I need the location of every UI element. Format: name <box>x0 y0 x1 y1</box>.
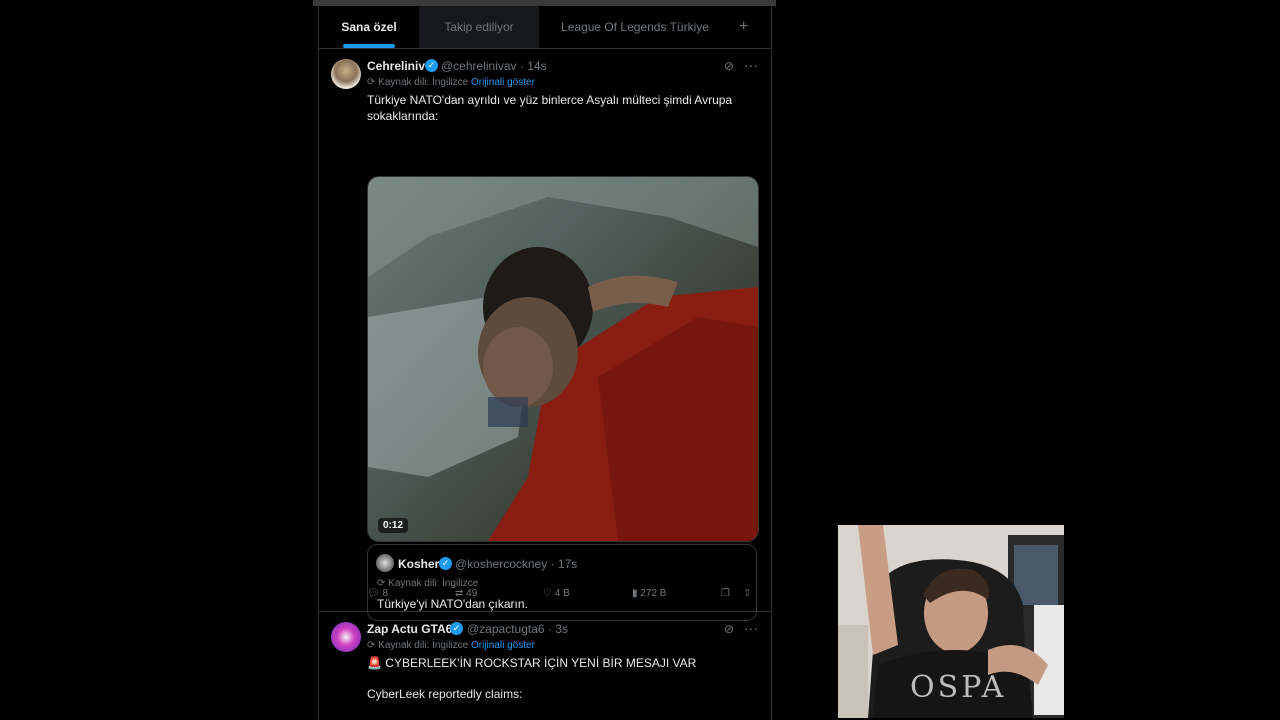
tweet-actions: 💬︎ 8 ⇄ 49 ♡ 4 B ▮ 272 B ❐ ⇧ <box>367 588 757 604</box>
more-icon[interactable]: ··· <box>744 620 758 636</box>
grok-icon[interactable]: ⊘ <box>724 59 734 73</box>
timeline-column: Sana özel Takip ediliyor League Of Legen… <box>318 6 772 720</box>
tab-following[interactable]: Takip ediliyor <box>419 6 539 48</box>
repost-count: 49 <box>466 588 478 599</box>
timeline-tabs: Sana özel Takip ediliyor League Of Legen… <box>319 6 771 49</box>
verified-icon: ✓ <box>450 622 463 635</box>
reply-count: 8 <box>382 588 389 599</box>
tweet-text-line: 🚨 CYBERLEEK'İN ROCKSTAR İÇİN YENİ BİR ME… <box>367 656 697 670</box>
webcam-feed: OSPA <box>838 525 1064 718</box>
verified-icon: ✓ <box>425 59 438 72</box>
verified-icon: ✓ <box>439 557 452 570</box>
bookmark-icon[interactable]: ❐ <box>721 588 730 599</box>
tab-league-of-legends[interactable]: League Of Legends Türkiye <box>541 6 729 48</box>
views-icon: ▮ <box>632 588 638 599</box>
translation-note: ⟳ Kaynak dili: İngilizce Orijinali göste… <box>367 640 535 651</box>
show-original-link[interactable]: Orijinali göster <box>471 77 535 88</box>
video-duration: 0:12 <box>378 518 409 533</box>
active-tab-indicator <box>343 44 395 48</box>
tweet-text-line: CyberLeek reportedly claims: <box>367 687 523 701</box>
tab-label: Sana özel <box>341 20 397 34</box>
author-name[interactable]: Cehreliniv <box>367 59 425 73</box>
heart-icon: ♡ <box>543 588 552 599</box>
tweet-text: Türkiye NATO'dan ayrıldı ve yüz binlerce… <box>367 93 733 123</box>
quoted-tweet[interactable]: Kosher ✓ @koshercockney · 17s ⟳ Kaynak d… <box>367 544 757 621</box>
tab-label: League Of Legends Türkiye <box>561 20 709 34</box>
reply-button[interactable]: 💬︎ 8 <box>367 588 388 599</box>
views-button[interactable]: ▮ 272 B <box>632 588 666 599</box>
webcam-overlay: OSPA <box>838 525 1064 718</box>
author-name[interactable]: Zap Actu GTA6 <box>367 622 452 636</box>
tweet-time[interactable]: 3s <box>555 622 568 636</box>
translation-note: ⟳ Kaynak dili: İngilizce Orijinali göste… <box>367 77 535 88</box>
source-language: Kaynak dili: İngilizce <box>378 640 469 651</box>
author-handle[interactable]: @cehrelinivav · 14s <box>441 59 547 73</box>
show-original-link[interactable]: Orijinali göster <box>471 640 535 651</box>
translate-icon: ⟳ <box>367 640 376 651</box>
quote-avatar[interactable] <box>376 554 394 572</box>
video-frame <box>368 177 758 541</box>
translate-icon: ⟳ <box>367 77 376 88</box>
repost-button[interactable]: ⇄ 49 <box>455 588 477 599</box>
handle-text: @koshercockney <box>455 557 548 571</box>
views-count: 272 B <box>640 588 667 599</box>
quote-author-name[interactable]: Kosher <box>398 557 439 571</box>
add-tab-button[interactable]: + <box>739 6 748 48</box>
repost-icon: ⇄ <box>455 588 464 599</box>
grok-icon[interactable]: ⊘ <box>724 622 734 636</box>
reply-icon: 💬︎ <box>367 588 380 599</box>
more-icon[interactable]: ··· <box>744 57 758 73</box>
avatar[interactable] <box>331 622 361 652</box>
source-language: Kaynak dili: İngilizce <box>378 77 469 88</box>
shirt-text: OSPA <box>910 670 1006 705</box>
tweet-time[interactable]: 14s <box>527 59 546 73</box>
video-player[interactable]: 0:12 <box>367 176 759 542</box>
tweet[interactable]: Cehreliniv ✓ @cehrelinivav · 14s ⊘ ··· ⟳… <box>319 49 771 621</box>
author-handle[interactable]: @zapactugta6 · 3s <box>467 622 568 636</box>
handle-text: @cehrelinivav <box>441 59 517 73</box>
tweet[interactable]: Zap Actu GTA6 ✓ @zapactugta6 · 3s ⊘ ··· … <box>319 612 771 720</box>
like-count: 4 B <box>554 588 570 599</box>
quote-time: 17s <box>557 557 578 571</box>
quote-handle: @koshercockney · 17s <box>455 557 578 571</box>
handle-text: @zapactugta6 <box>467 622 545 636</box>
share-icon[interactable]: ⇧ <box>743 588 751 599</box>
tab-for-you[interactable]: Sana özel <box>319 6 419 48</box>
avatar[interactable] <box>331 59 361 89</box>
like-button[interactable]: ♡ 4 B <box>543 588 570 599</box>
tab-label: Takip ediliyor <box>444 20 514 34</box>
